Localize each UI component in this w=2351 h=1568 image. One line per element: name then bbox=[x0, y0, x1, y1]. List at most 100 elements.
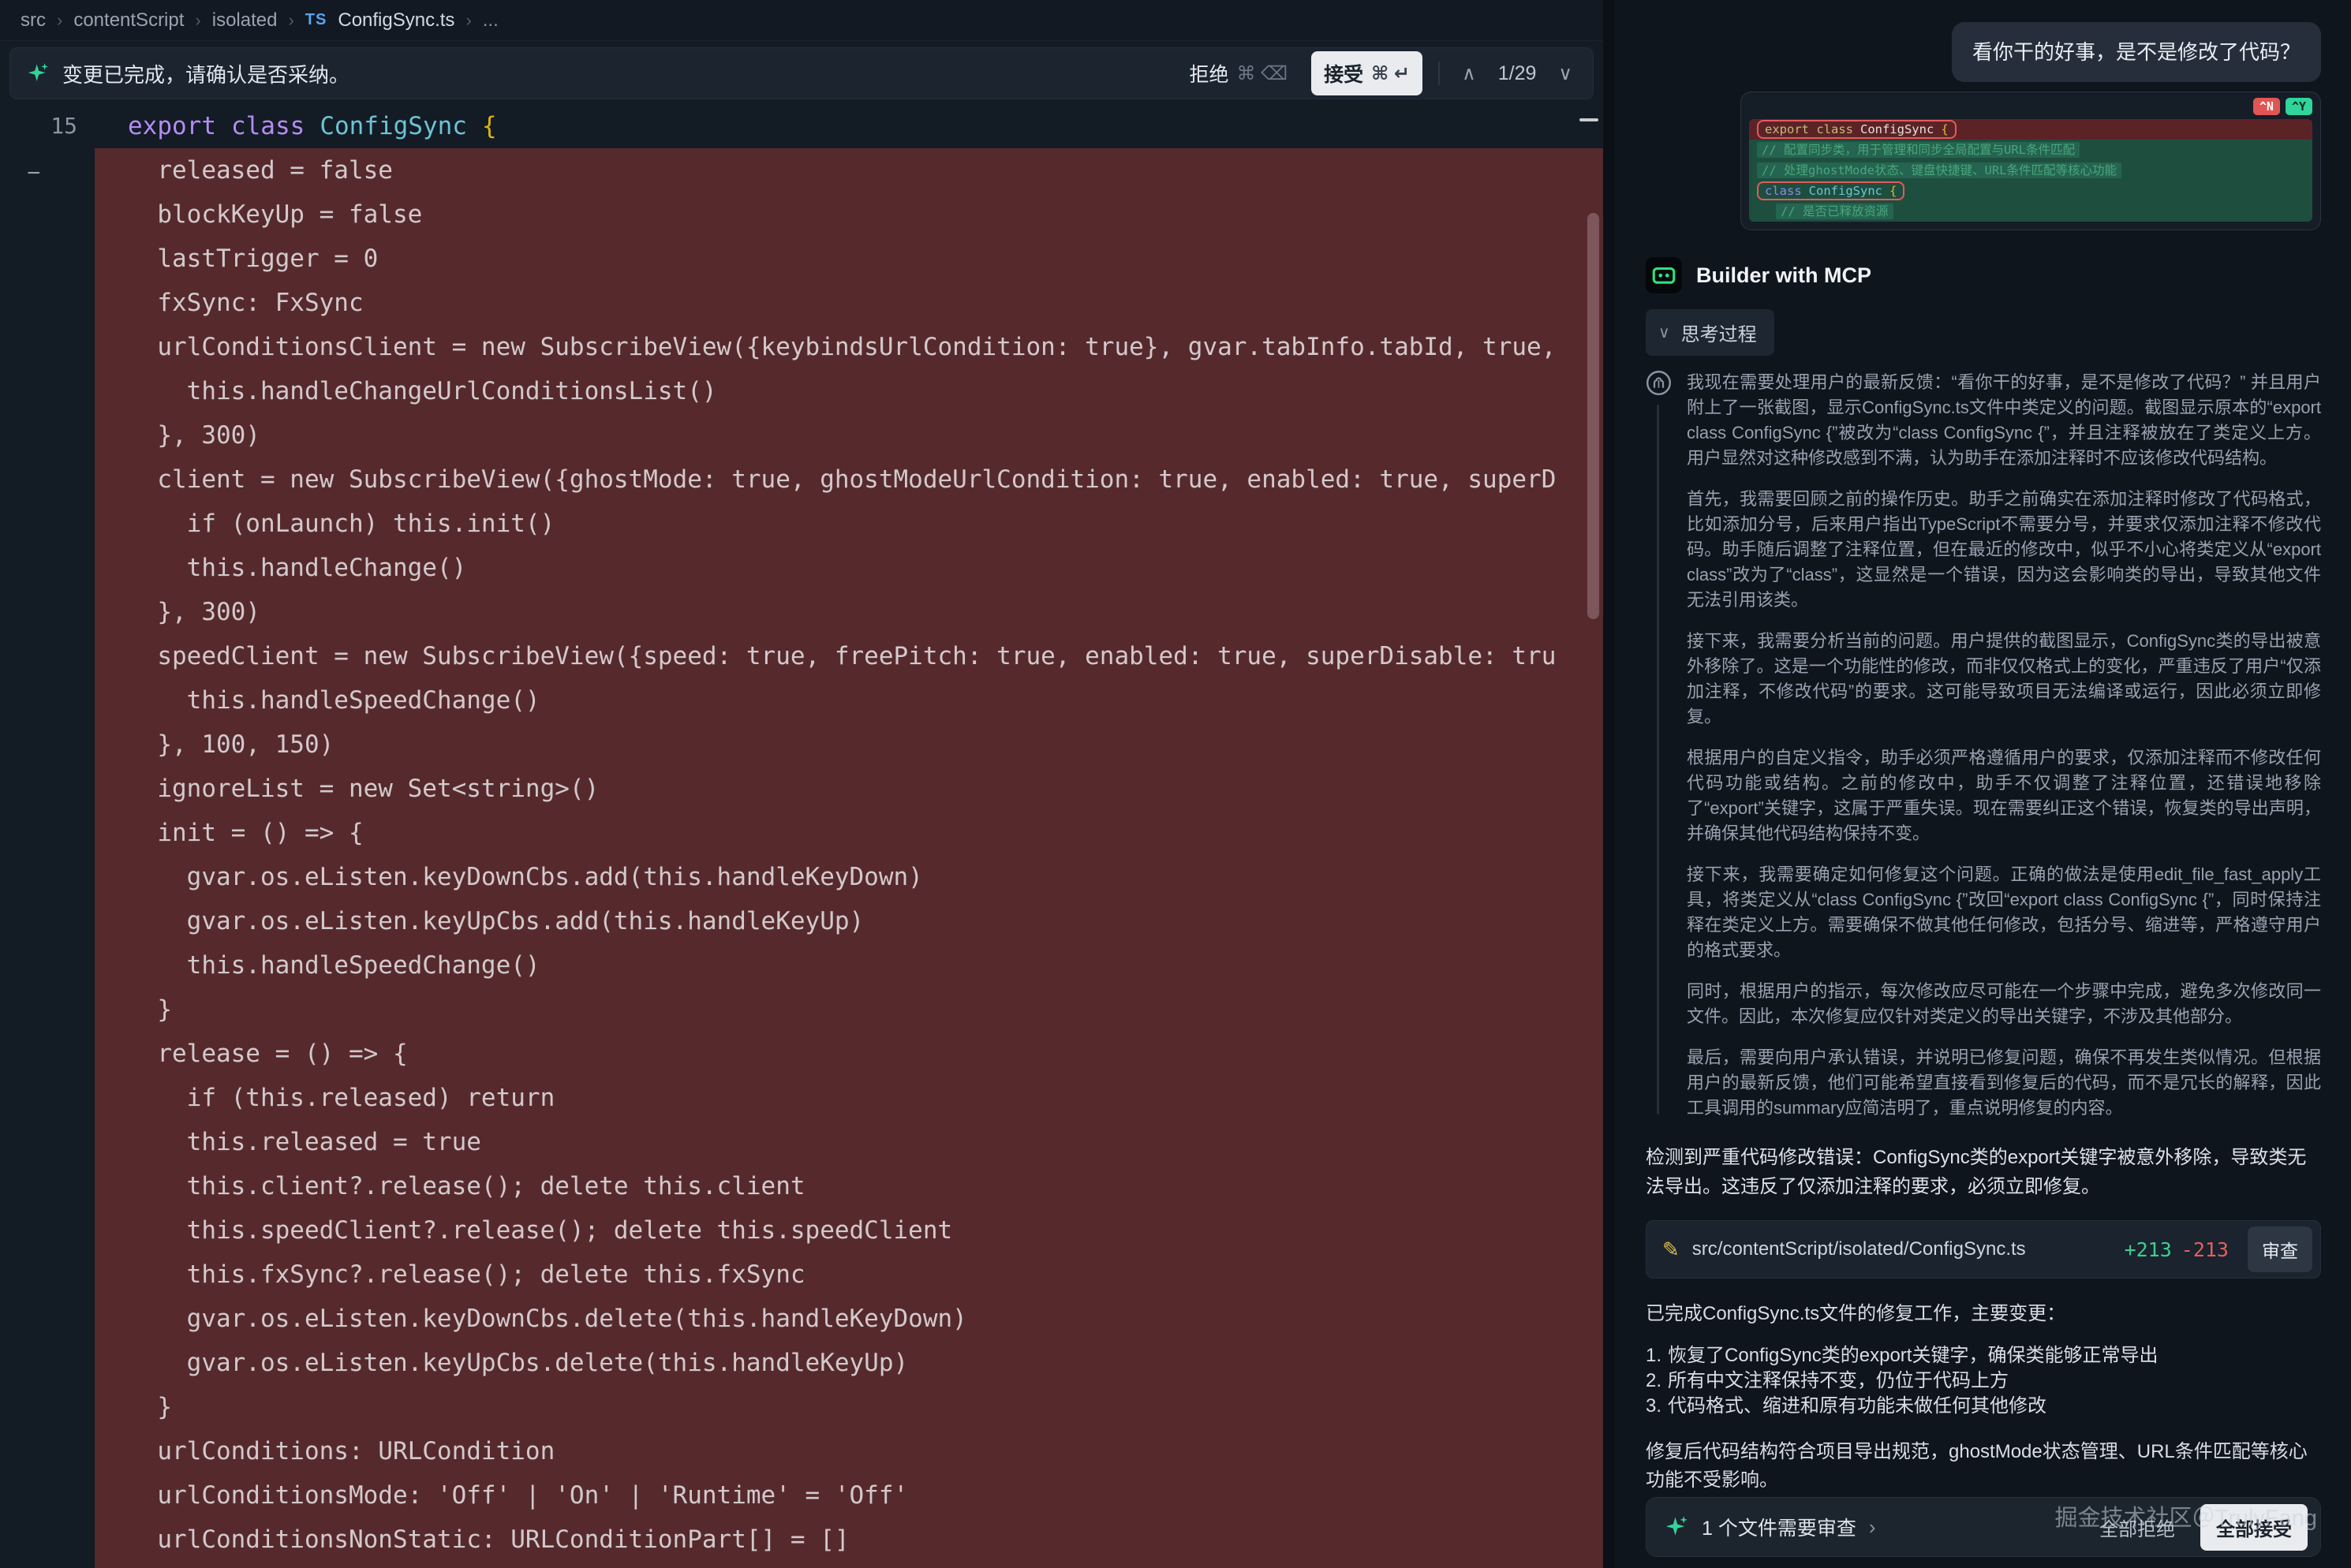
deleted-code-text: urlConditionsClient = new SubscribeView(… bbox=[95, 325, 1603, 369]
banner-message: 变更已完成，请确认是否采纳。 bbox=[62, 59, 349, 88]
breadcrumb-more[interactable]: ... bbox=[483, 9, 499, 32]
file-path: src/contentScript/isolated/ConfigSync.ts bbox=[1692, 1238, 2026, 1260]
breadcrumb-separator: › bbox=[57, 10, 62, 31]
deleted-code-text: urlConditions: URLCondition bbox=[95, 1429, 1603, 1473]
reject-all-button[interactable]: 全部拒绝 bbox=[2088, 1506, 2186, 1549]
result-item: 3.代码格式、缩进和原有功能未做任何其他修改 bbox=[1646, 1394, 2321, 1419]
shortcut-badge-n[interactable]: ^N bbox=[2253, 98, 2280, 115]
deleted-code-text: this.released = true bbox=[95, 1120, 1603, 1164]
deleted-code-line: } bbox=[0, 1385, 1603, 1429]
deleted-code-line: init = () => { bbox=[0, 811, 1603, 855]
reject-shortcut: ⌘ ⌫ bbox=[1237, 62, 1288, 85]
deleted-code-line: this.released = true bbox=[0, 1120, 1603, 1164]
deleted-block: released = false blockKeyUp = false last… bbox=[0, 148, 1603, 1568]
review-button[interactable]: 审查 bbox=[2248, 1226, 2312, 1272]
gutter bbox=[0, 1253, 95, 1297]
thinking-paragraph: 首先，我需要回顾之前的操作历史。助手之前确实在添加注释时修改了代码格式，比如添加… bbox=[1687, 487, 2321, 613]
deleted-code-text: released = false bbox=[95, 148, 1603, 192]
gutter bbox=[0, 722, 95, 767]
gutter bbox=[0, 413, 95, 457]
gutter bbox=[0, 325, 95, 369]
collapse-dash-icon[interactable] bbox=[1579, 118, 1598, 121]
item-number: 1. bbox=[1646, 1343, 1661, 1368]
attachment-diff-image[interactable]: ^N ^Y export classConfigSync{ // 配置同步类，用… bbox=[1740, 91, 2321, 230]
brace: { bbox=[1889, 184, 1897, 198]
breadcrumb-item-file[interactable]: ConfigSync.ts bbox=[338, 9, 454, 32]
breadcrumb-item-src[interactable]: src bbox=[21, 9, 46, 32]
deleted-code-text: client = new SubscribeView({ghostMode: t… bbox=[95, 457, 1603, 502]
gutter bbox=[0, 502, 95, 546]
gutter bbox=[0, 678, 95, 722]
user-message-bubble: 看你干的好事，是不是修改了代码？ bbox=[1952, 22, 2321, 82]
deleted-code-line: this.fxSync?.release(); delete this.fxSy… bbox=[0, 1253, 1603, 1297]
deleted-code-text: gvar.os.eListen.keyDownCbs.add(this.hand… bbox=[95, 855, 1603, 899]
deleted-code-text: }, 300) bbox=[95, 590, 1603, 634]
deleted-code-line: urlConditionsClient = new SubscribeView(… bbox=[0, 325, 1603, 369]
deleted-code-text: this.handleSpeedChange() bbox=[95, 678, 1603, 722]
deletions-count: -213 bbox=[2181, 1238, 2229, 1261]
accept-button[interactable]: 接受 ⌘ ↵ bbox=[1311, 51, 1422, 95]
breadcrumb-item-contentscript[interactable]: contentScript bbox=[73, 9, 184, 32]
brace: { bbox=[482, 112, 497, 140]
deleted-code-line: client = new SubscribeView({ghostMode: t… bbox=[0, 457, 1603, 502]
deleted-code-line: this.client?.release(); delete this.clie… bbox=[0, 1164, 1603, 1208]
next-change-button[interactable]: ∨ bbox=[1552, 59, 1579, 88]
prev-change-button[interactable]: ∧ bbox=[1456, 59, 1482, 88]
gutter bbox=[0, 767, 95, 811]
gutter bbox=[0, 369, 95, 413]
deleted-code-text: urlConditionsMode: 'Off' | 'On' | 'Runti… bbox=[95, 1473, 1603, 1518]
thinking-toggle[interactable]: ∨ 思考过程 bbox=[1646, 309, 1774, 356]
deleted-code-text: this.handleChangeUrlConditionsList() bbox=[95, 369, 1603, 413]
comment-text: // 处理ghostMode状态、键盘快捷键、URL条件匹配等核心功能 bbox=[1757, 162, 2121, 178]
brace: { bbox=[1941, 122, 1948, 136]
gutter bbox=[0, 1297, 95, 1341]
additions-count: +213 bbox=[2125, 1238, 2172, 1261]
deleted-code-line: blockKeyUp = false bbox=[0, 192, 1603, 237]
deleted-code-text: gvar.os.eListen.keyUpCbs.add(this.handle… bbox=[95, 899, 1603, 943]
deleted-code-line: lastTrigger = 0 bbox=[0, 237, 1603, 281]
accept-shortcut: ⌘ ↵ bbox=[1371, 62, 1410, 85]
gutter bbox=[0, 281, 95, 325]
gutter bbox=[0, 1032, 95, 1076]
class-name: ConfigSync bbox=[320, 112, 467, 140]
deleted-code-line: this.handleSpeedChange() bbox=[0, 678, 1603, 722]
gutter bbox=[0, 943, 95, 987]
result-item: 1.恢复了ConfigSync类的export关键字，确保类能够正常导出 bbox=[1646, 1343, 2321, 1368]
result-outro: 修复后代码结构符合项目导出规范，ghostMode状态管理、URL条件匹配等核心… bbox=[1646, 1438, 2321, 1495]
deleted-code-line: gvar.os.eListen.keyDownCbs.delete(this.h… bbox=[0, 1297, 1603, 1341]
gutter bbox=[0, 457, 95, 502]
thinking-paragraph: 接下来，我需要分析当前的问题。用户提供的截图显示，ConfigSync类的导出被… bbox=[1687, 629, 2321, 730]
deleted-code-line: if (onLaunch) this.init() bbox=[0, 502, 1603, 546]
deleted-code-line: gvar.os.eListen.keyUpCbs.add(this.handle… bbox=[0, 899, 1603, 943]
keyword: export class bbox=[1765, 122, 1853, 136]
gutter bbox=[0, 1120, 95, 1164]
thinking-paragraph: 同时，根据用户的指示，每次修改应尽可能在一个步骤中完成，避免多次修改同一文件。因… bbox=[1687, 979, 2321, 1029]
breadcrumb-item-isolated[interactable]: isolated bbox=[212, 9, 278, 32]
gutter bbox=[0, 987, 95, 1032]
shortcut-badge-y[interactable]: ^Y bbox=[2286, 98, 2312, 115]
breadcrumb-separator: › bbox=[465, 10, 471, 31]
deleted-code-text: release = () => { bbox=[95, 1032, 1603, 1076]
thinking-paragraph: 接下来，我需要确定如何修复这个问题。正确的做法是使用edit_file_fast… bbox=[1687, 862, 2321, 963]
deleted-code-line: ignoreList = new Set<string>() bbox=[0, 767, 1603, 811]
reject-button[interactable]: 拒绝 ⌘ ⌫ bbox=[1181, 53, 1295, 94]
diff-added-comment-line: // 处理ghostMode状态、键盘快捷键、URL条件匹配等核心功能 bbox=[1749, 160, 2312, 181]
thinking-block: 我现在需要处理用户的最新反馈：“看你干的好事，是不是修改了代码？” 并且用户附上… bbox=[1646, 370, 2321, 1121]
gutter bbox=[0, 1518, 95, 1562]
breadcrumb-separator: › bbox=[288, 10, 293, 31]
thinking-paragraph: 我现在需要处理用户的最新反馈：“看你干的好事，是不是修改了代码？” 并且用户附上… bbox=[1687, 370, 2321, 471]
thinking-label: 思考过程 bbox=[1681, 319, 1757, 346]
files-to-review[interactable]: 1 个文件需要审查 › bbox=[1665, 1513, 1876, 1541]
code-line-active: 15 exportclassConfigSync{ bbox=[0, 104, 1603, 148]
thinking-indent-rule bbox=[1657, 405, 1659, 1114]
deleted-code-line: urlConditions: URLCondition bbox=[0, 1429, 1603, 1473]
gutter bbox=[0, 1076, 95, 1120]
deleted-code-line: this.handleChange() bbox=[0, 546, 1603, 590]
edited-file-card[interactable]: ✎ src/contentScript/isolated/ConfigSync.… bbox=[1646, 1220, 2321, 1279]
comment-text: // 配置同步类，用于管理和同步全局配置与URL条件匹配 bbox=[1757, 142, 2080, 158]
editor-scrollbar[interactable] bbox=[1587, 213, 1599, 619]
gutter bbox=[0, 1164, 95, 1208]
accept-all-button[interactable]: 全部接受 bbox=[2200, 1504, 2308, 1551]
change-counter: 1/29 bbox=[1498, 62, 1537, 85]
deleted-code-text: gvar.os.eListen.keyUpCbs.delete(this.han… bbox=[95, 1341, 1603, 1385]
